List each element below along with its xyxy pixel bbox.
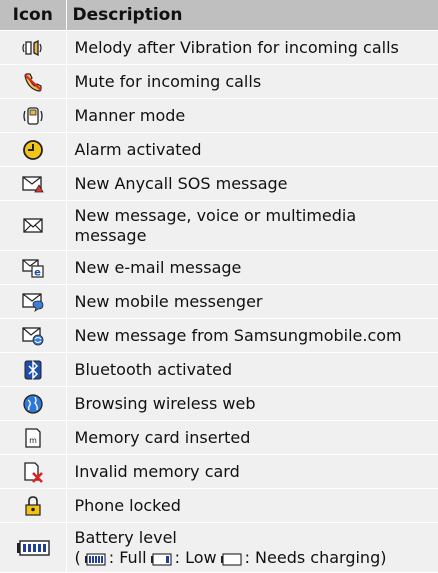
row-description: Invalid memory card <box>66 454 438 489</box>
bluetooth-icon <box>24 359 42 380</box>
sos-message-icon <box>22 176 44 193</box>
row-description: Memory card inserted <box>66 420 438 455</box>
table-row: Alarm activated <box>0 132 438 167</box>
battery-level-title: Battery level <box>74 527 177 547</box>
svg-text:m: m <box>29 436 37 445</box>
battery-full-icon <box>84 552 106 566</box>
alarm-icon <box>22 139 43 160</box>
description-column-header: Description <box>66 0 438 31</box>
row-description: Mute for incoming calls <box>66 64 438 99</box>
row-description: New message from Samsungmobile.com <box>66 318 438 353</box>
icon-column-header: Icon <box>0 0 67 31</box>
row-description: Browsing wireless web <box>66 386 438 421</box>
table-row: Invalid memory card <box>0 454 438 489</box>
row-description: Melody after Vibration for incoming call… <box>66 30 438 65</box>
table-row: New Anycall SOS message <box>0 166 438 201</box>
table-row: Manner mode <box>0 98 438 133</box>
table-row: e New e-mail message <box>0 250 438 285</box>
row-description: Manner mode <box>66 98 438 133</box>
table-row: Battery level ( : Full : Low: Needs cha… <box>0 522 438 573</box>
table-row: New mobile messenger <box>0 284 438 319</box>
row-description: Alarm activated <box>66 132 438 167</box>
table-row: Browsing wireless web <box>0 386 438 421</box>
table-row: New message, voice or multimedia message <box>0 200 438 251</box>
table-row: Melody after Vibration for incoming call… <box>0 30 438 65</box>
row-description: New Anycall SOS message <box>66 166 438 201</box>
manner-mode-icon <box>23 107 43 125</box>
svg-text:e: e <box>34 267 41 278</box>
melody-after-vibration-icon <box>22 39 42 56</box>
web-browsing-icon <box>23 393 43 414</box>
battery-low-icon <box>150 552 172 566</box>
memory-card-icon: m <box>25 427 41 448</box>
row-description: New mobile messenger <box>66 284 438 319</box>
table-row: Mute for incoming calls <box>0 64 438 99</box>
row-description: New message, voice or multimedia message <box>66 200 438 251</box>
table-row: New message from Samsungmobile.com <box>0 318 438 353</box>
icon-table: Icon Description Melody after Vibration … <box>0 0 438 573</box>
table-row: Bluetooth activated <box>0 352 438 387</box>
invalid-memory-card-icon <box>24 461 43 483</box>
samsungmobile-message-icon <box>22 327 44 346</box>
table-row: m Memory card inserted <box>0 420 438 455</box>
table-row: Phone locked <box>0 488 438 523</box>
battery-level-legend: ( : Full : Low: Needs charging) <box>74 547 387 567</box>
battery-empty-icon <box>220 552 242 566</box>
battery-icon <box>16 540 50 556</box>
mobile-messenger-icon <box>22 293 44 312</box>
row-description: New e-mail message <box>66 250 438 285</box>
row-description: Bluetooth activated <box>66 352 438 387</box>
new-message-icon <box>23 218 43 233</box>
lock-icon <box>25 495 41 516</box>
row-description: Phone locked <box>66 488 438 523</box>
mute-icon <box>23 73 42 92</box>
email-icon: e <box>22 259 44 278</box>
